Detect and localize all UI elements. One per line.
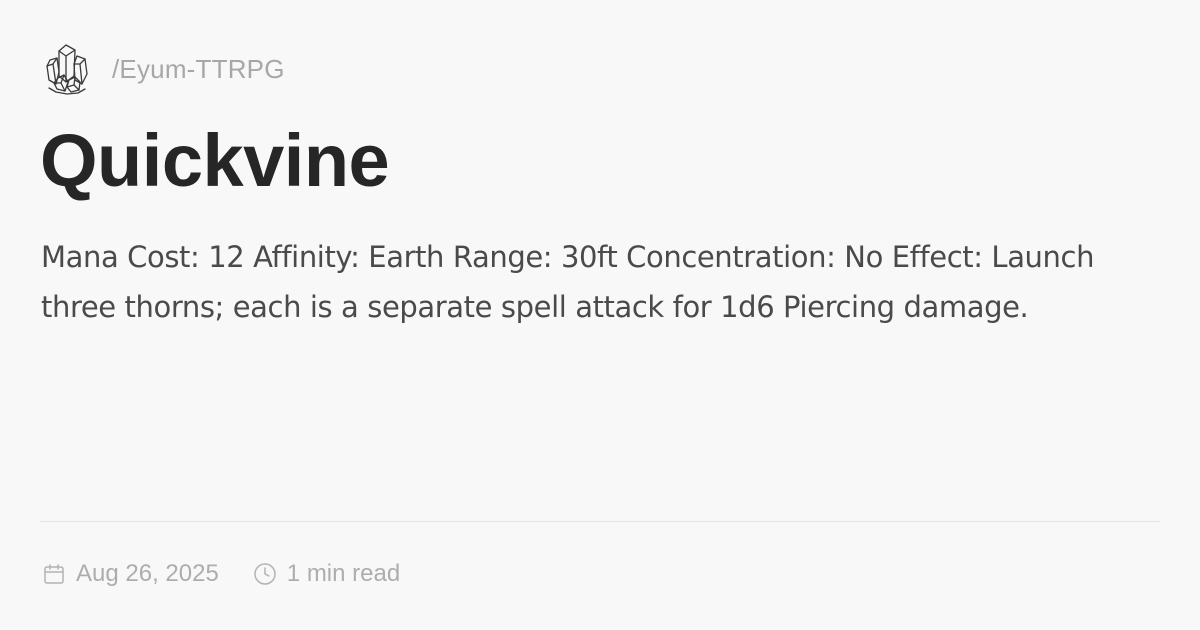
site-header: /Eyum-TTRPG bbox=[44, 42, 285, 96]
read-time-text: 1 min read bbox=[286, 560, 401, 587]
calendar-icon bbox=[44, 564, 64, 584]
crystal-cluster-icon[interactable] bbox=[44, 42, 90, 96]
post-meta: Aug 26, 2025 1 min read bbox=[42, 556, 400, 592]
publish-date: Aug 26, 2025 bbox=[42, 560, 219, 588]
publish-date-text: Aug 26, 2025 bbox=[76, 560, 219, 587]
read-time: 1 min read bbox=[253, 560, 400, 588]
clock-icon bbox=[254, 563, 276, 585]
divider bbox=[40, 521, 1160, 522]
page-title: Quickvine bbox=[40, 119, 390, 202]
site-path-link[interactable]: /Eyum-TTRPG bbox=[112, 54, 285, 85]
page-description: Mana Cost: 12 Affinity: Earth Range: 30f… bbox=[41, 240, 1095, 324]
